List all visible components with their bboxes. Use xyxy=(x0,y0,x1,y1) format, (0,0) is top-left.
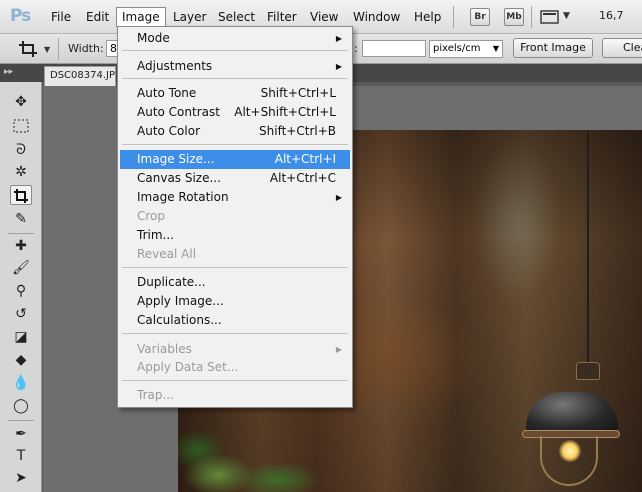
zoom-level: 16,7 xyxy=(599,9,624,22)
menu-item-trap[interactable]: Trap... xyxy=(120,386,350,405)
menu-separator xyxy=(122,380,348,381)
menubar-divider xyxy=(453,6,454,28)
paint-bucket-tool-icon[interactable]: ◆ xyxy=(10,350,32,370)
menu-item-auto-contrast[interactable]: Auto Contrast Alt+Shift+Ctrl+L xyxy=(120,103,350,122)
tools-panel: ✥ ᘐ ✲ ✎ ✚ 🖌 ⚲ ↺ ◪ ◆ 💧 ◯ ✒ T ➤ xyxy=(0,82,42,492)
menu-image[interactable]: Image xyxy=(116,7,166,27)
path-selection-tool-icon[interactable]: ➤ xyxy=(10,468,32,488)
type-tool-icon[interactable]: T xyxy=(10,446,32,466)
menu-item-crop[interactable]: Crop xyxy=(120,207,350,226)
lasso-tool-icon[interactable]: ᘐ xyxy=(10,140,32,160)
menu-filter[interactable]: Filter xyxy=(262,7,302,27)
menu-separator xyxy=(122,50,348,51)
menu-help[interactable]: Help xyxy=(409,7,446,27)
photoshop-logo: Ps xyxy=(10,6,31,26)
menu-item-mode[interactable]: Mode ▶ xyxy=(120,29,350,48)
menu-item-canvas-size[interactable]: Canvas Size... Alt+Ctrl+C xyxy=(120,169,350,188)
chevron-down-icon[interactable]: ▼ xyxy=(44,45,50,54)
front-image-button[interactable]: Front Image xyxy=(513,38,593,58)
photoshop-window: Ps File Edit Image Layer Select Filter V… xyxy=(0,0,642,492)
lamp-fitting xyxy=(576,362,600,380)
submenu-arrow-icon: ▶ xyxy=(335,34,342,43)
screen-mode-icon[interactable] xyxy=(540,9,560,25)
menu-item-image-rotation[interactable]: Image Rotation ▶ xyxy=(120,188,350,207)
optbar-divider xyxy=(58,38,59,60)
menu-separator xyxy=(122,78,348,79)
crop-tool-icon[interactable] xyxy=(10,185,32,205)
quick-selection-tool-icon[interactable]: ✲ xyxy=(10,162,32,182)
menu-item-calculations[interactable]: Calculations... xyxy=(120,311,350,330)
menu-layer[interactable]: Layer xyxy=(168,7,211,27)
lamp-cord xyxy=(587,130,589,365)
unit-select-value: pixels/cm xyxy=(433,43,481,54)
dodge-tool-icon[interactable]: ◯ xyxy=(10,396,32,416)
resolution-label: : xyxy=(354,42,358,55)
tool-divider xyxy=(8,420,34,421)
resolution-field[interactable] xyxy=(362,40,426,57)
healing-brush-tool-icon[interactable]: ✚ xyxy=(10,236,32,256)
menu-window[interactable]: Window xyxy=(348,7,405,27)
menu-item-image-size[interactable]: Image Size... Alt+Ctrl+I xyxy=(120,150,350,169)
document-tab[interactable]: DSC08374.JP xyxy=(44,66,116,86)
menu-select[interactable]: Select xyxy=(213,7,260,27)
eyedropper-tool-icon[interactable]: ✎ xyxy=(10,209,32,229)
menu-item-variables[interactable]: Variables ▶ xyxy=(120,340,350,359)
menu-item-apply-image[interactable]: Apply Image... xyxy=(120,292,350,311)
history-brush-tool-icon[interactable]: ↺ xyxy=(10,304,32,324)
menu-view[interactable]: View xyxy=(305,7,343,27)
blur-tool-icon[interactable]: 💧 xyxy=(10,373,32,393)
menu-separator xyxy=(122,144,348,145)
menu-item-reveal-all[interactable]: Reveal All xyxy=(120,245,350,264)
resolution-unit-select[interactable]: pixels/cm ▼ xyxy=(429,40,503,58)
menu-item-auto-tone[interactable]: Auto Tone Shift+Ctrl+L xyxy=(120,84,350,103)
menubar-divider xyxy=(531,6,532,28)
menu-item-duplicate[interactable]: Duplicate... xyxy=(120,273,350,292)
pen-tool-icon[interactable]: ✒ xyxy=(10,424,32,444)
submenu-arrow-icon: ▶ xyxy=(335,345,342,354)
eraser-tool-icon[interactable]: ◪ xyxy=(10,327,32,347)
marquee-tool-icon[interactable] xyxy=(10,116,32,136)
submenu-arrow-icon: ▶ xyxy=(335,193,342,202)
image-menu-dropdown: Mode ▶ Adjustments ▶ Auto Tone Shift+Ctrl+L… xyxy=(117,26,353,408)
brush-tool-icon[interactable]: 🖌 xyxy=(10,258,32,278)
chevron-down-icon: ▼ xyxy=(492,44,499,53)
mini-bridge-button[interactable]: Mb xyxy=(504,8,524,26)
tool-divider xyxy=(8,233,34,234)
submenu-arrow-icon: ▶ xyxy=(335,62,342,71)
menu-separator xyxy=(122,333,348,334)
move-tool-icon[interactable]: ✥ xyxy=(10,92,32,112)
expand-panels-icon[interactable]: ▸▸ xyxy=(4,67,13,77)
menu-file[interactable]: File xyxy=(46,7,76,27)
plant-leaves xyxy=(178,430,328,492)
menu-item-auto-color[interactable]: Auto Color Shift+Ctrl+B xyxy=(120,122,350,141)
menu-item-apply-data-set[interactable]: Apply Data Set... xyxy=(120,358,350,377)
menu-separator xyxy=(122,267,348,268)
light-bulb xyxy=(559,440,581,462)
width-label: Width: xyxy=(68,42,104,55)
clear-button[interactable]: Clea xyxy=(602,38,642,58)
crop-tool-icon[interactable] xyxy=(18,40,40,58)
chevron-down-icon[interactable]: ▼ xyxy=(563,11,570,21)
menu-item-adjustments[interactable]: Adjustments ▶ xyxy=(120,57,350,76)
bridge-button[interactable]: Br xyxy=(470,8,490,26)
clone-stamp-tool-icon[interactable]: ⚲ xyxy=(10,281,32,301)
menu-item-trim[interactable]: Trim... xyxy=(120,226,350,245)
menu-edit[interactable]: Edit xyxy=(81,7,114,27)
